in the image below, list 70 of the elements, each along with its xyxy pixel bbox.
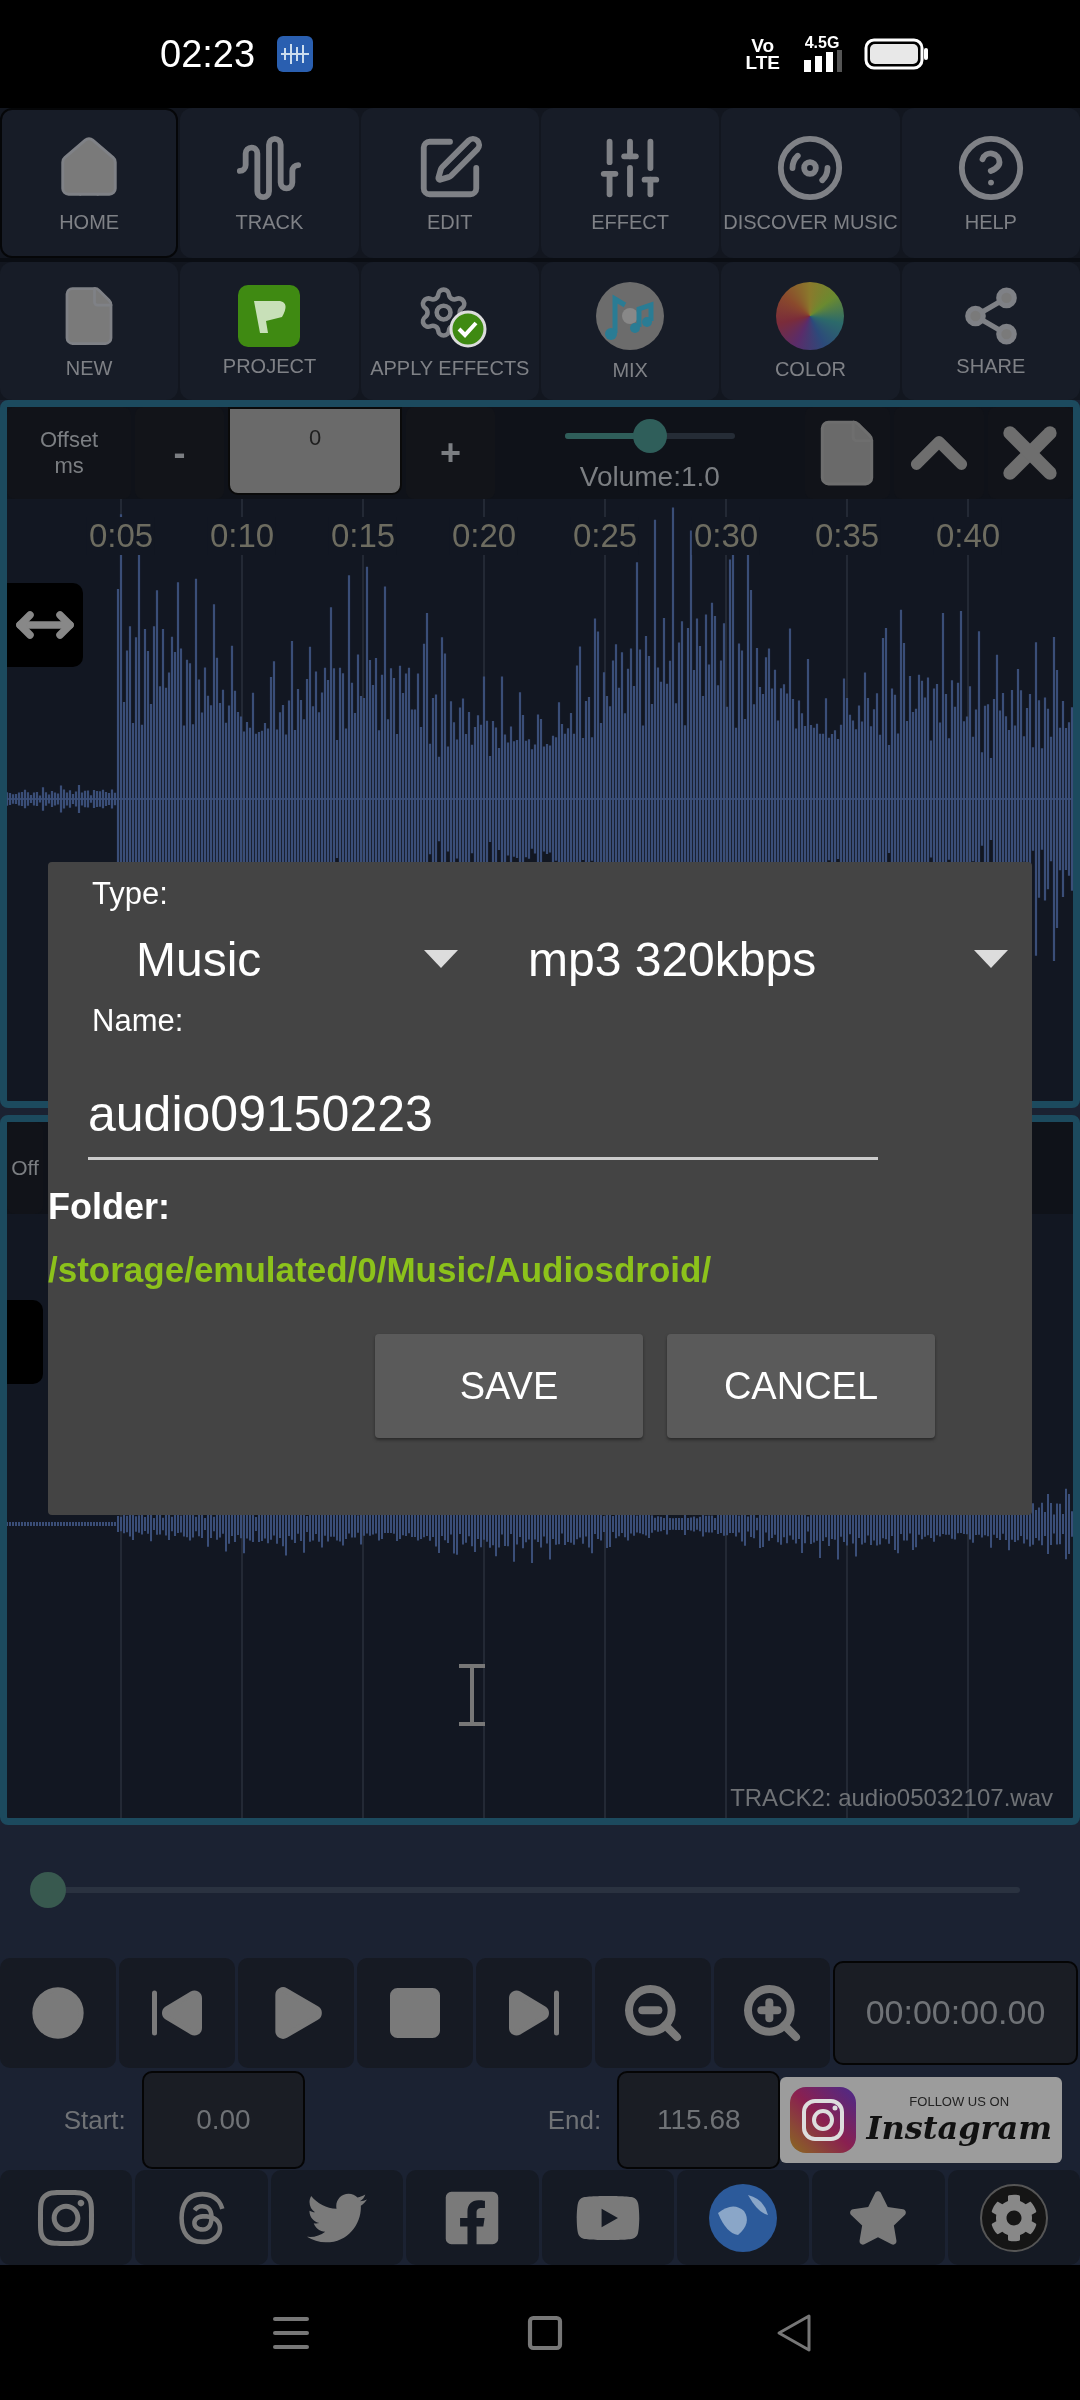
time-display: 00:00:00.00 bbox=[833, 1960, 1078, 2065]
zoom-out-button[interactable] bbox=[595, 1957, 711, 2068]
toolbar-button[interactable]: MIX bbox=[541, 262, 720, 400]
toolbar-button[interactable]: DISCOVER MUSIC bbox=[721, 108, 900, 258]
track-name: TRACK2: audio05032107.wav bbox=[730, 1784, 1053, 1812]
record-button[interactable] bbox=[0, 1957, 116, 2068]
type-label: Type: bbox=[92, 876, 169, 912]
instagram-button[interactable] bbox=[0, 2170, 133, 2265]
project-logo-icon bbox=[238, 284, 301, 347]
toolbar-button[interactable]: SHARE bbox=[901, 262, 1080, 400]
end-label: End: bbox=[546, 2104, 603, 2136]
offset-field[interactable]: 0 bbox=[227, 407, 403, 495]
globe-icon bbox=[708, 2182, 779, 2253]
promo-caption: FOLLOW US ON bbox=[909, 2093, 1010, 2109]
start-label: Start: bbox=[62, 2104, 127, 2136]
play-button[interactable] bbox=[238, 1957, 354, 2068]
name-field[interactable]: audio09150223 bbox=[88, 1085, 878, 1160]
offset-label: Offset ms bbox=[38, 426, 100, 480]
pan-handle[interactable] bbox=[7, 1300, 43, 1384]
toolbar-button[interactable]: EFFECT bbox=[540, 108, 720, 258]
facebook-button[interactable] bbox=[406, 2170, 539, 2265]
network-type: 4.5G bbox=[804, 35, 840, 51]
volume-label: Volume:1.0 bbox=[579, 461, 720, 493]
app-icon bbox=[277, 36, 314, 72]
toolbar-button[interactable]: TRACK bbox=[180, 108, 359, 258]
text-cursor-icon bbox=[457, 1664, 487, 1726]
youtube-button[interactable] bbox=[541, 2170, 674, 2265]
offset-label: Off bbox=[10, 1155, 40, 1181]
globe-button[interactable] bbox=[676, 2170, 810, 2265]
status-time: 02:23 bbox=[160, 32, 256, 76]
stop-button[interactable] bbox=[357, 1957, 473, 2068]
volume-slider[interactable] bbox=[564, 419, 735, 453]
instagram-logo-icon bbox=[790, 2087, 857, 2153]
threads-button[interactable] bbox=[135, 2170, 268, 2265]
pan-handle[interactable] bbox=[7, 583, 83, 667]
network-label: LTE bbox=[745, 54, 780, 72]
position-slider[interactable] bbox=[30, 1872, 1020, 1908]
caret-icon bbox=[424, 949, 458, 970]
record-icon bbox=[30, 1984, 86, 2041]
toolbar-button[interactable]: EDIT bbox=[360, 108, 539, 258]
start-field[interactable]: 0.00 bbox=[141, 2071, 306, 2169]
toolbar-button[interactable]: COLOR bbox=[721, 262, 900, 400]
save-button[interactable]: SAVE bbox=[375, 1334, 643, 1438]
signal-icon bbox=[802, 50, 842, 73]
folder-label: Folder: bbox=[48, 1186, 171, 1228]
caret-icon bbox=[974, 949, 1008, 970]
folder-path: /storage/emulated/0/Music/Audiosdroid/ bbox=[48, 1250, 713, 1290]
network-label: Vo bbox=[751, 36, 775, 54]
type-dropdown[interactable]: Music bbox=[128, 932, 458, 987]
star-button[interactable] bbox=[812, 2170, 945, 2265]
toolbar-button[interactable]: PROJECT bbox=[180, 262, 359, 400]
battery-icon bbox=[864, 38, 930, 70]
type-dropdown[interactable]: mp3 320kbps bbox=[518, 932, 1008, 987]
back-icon[interactable] bbox=[775, 2312, 813, 2353]
next-button[interactable] bbox=[476, 1957, 592, 2068]
twitter-button[interactable] bbox=[270, 2170, 404, 2265]
settings-icon bbox=[979, 2183, 1048, 2252]
zoom-in-button[interactable] bbox=[714, 1957, 830, 2068]
toolbar-button[interactable]: NEW bbox=[0, 262, 179, 400]
promo-brand: Instagram bbox=[866, 2108, 1052, 2147]
settings-button[interactable] bbox=[947, 2170, 1080, 2265]
music-disc-icon bbox=[595, 280, 666, 351]
end-field[interactable]: 115.68 bbox=[617, 2071, 781, 2169]
cancel-button[interactable]: CANCEL bbox=[667, 1334, 935, 1438]
toolbar-button[interactable]: HOME bbox=[0, 108, 179, 258]
toolbar-button[interactable]: APPLY EFFECTS bbox=[360, 262, 539, 400]
previous-button[interactable] bbox=[119, 1957, 235, 2068]
name-label: Name: bbox=[92, 1003, 185, 1039]
toolbar-button[interactable]: HELP bbox=[901, 108, 1080, 258]
instagram-banner[interactable]: FOLLOW US ON Instagram bbox=[780, 2077, 1062, 2163]
